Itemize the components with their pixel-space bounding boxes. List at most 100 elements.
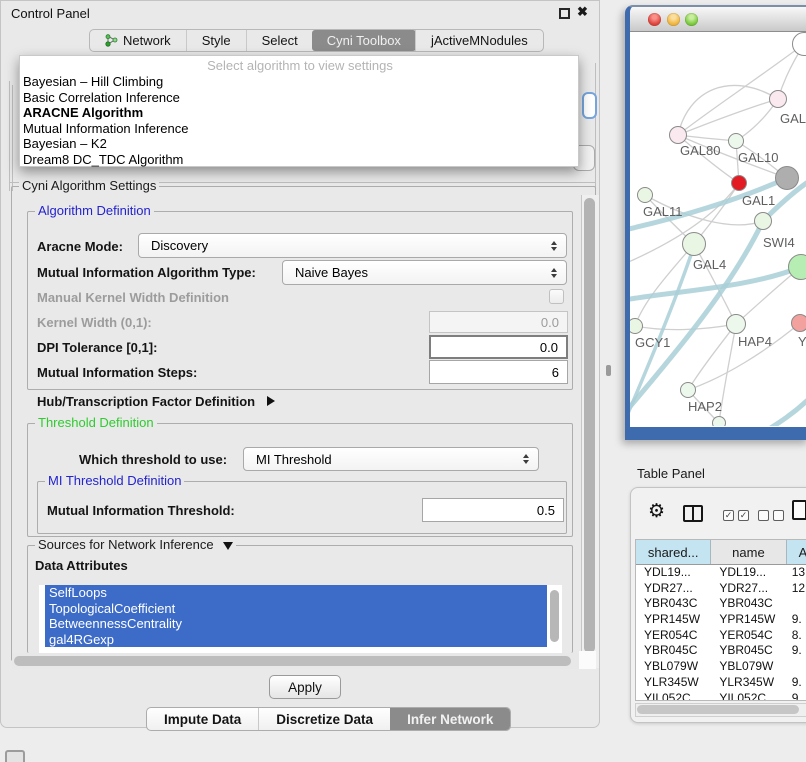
document-icon[interactable]	[792, 500, 806, 520]
gear-icon[interactable]: ⚙	[648, 500, 665, 522]
attribute-list-item[interactable]: gal4RGexp	[45, 632, 547, 648]
algorithm-option[interactable]: Basic Correlation Inference	[20, 90, 580, 106]
split-pane-divider-handle[interactable]	[606, 365, 611, 376]
minimize-window-icon[interactable]	[667, 13, 680, 26]
collapse-down-icon	[223, 542, 233, 550]
hub-definition-toggle[interactable]: Hub/Transcription Factor Definition	[37, 394, 275, 409]
network-edge[interactable]	[678, 85, 778, 135]
hidden-group-edge	[12, 85, 13, 191]
manual-kernel-checkbox[interactable]	[549, 289, 564, 304]
mi-threshold-input[interactable]: 0.5	[422, 498, 564, 522]
mi-threshold-label: Mutual Information Threshold:	[47, 503, 235, 518]
network-node[interactable]	[712, 416, 726, 426]
network-node-y[interactable]	[791, 314, 806, 332]
algorithm-option[interactable]: Dream8 DC_TDC Algorithm	[20, 152, 580, 168]
network-node[interactable]	[775, 166, 799, 190]
kernel-width-input[interactable]: 0.0	[429, 311, 568, 333]
tab-network[interactable]: Network	[90, 30, 186, 51]
network-window-titlebar[interactable]	[630, 7, 806, 32]
network-node-label: GAL11	[643, 204, 683, 219]
hidden-panel-edge	[9, 81, 10, 191]
table-cell: YLR345W	[636, 675, 711, 691]
algorithm-option[interactable]: Mutual Information Inference	[20, 121, 580, 137]
network-node-gal[interactable]	[769, 90, 787, 108]
table-column-header[interactable]: A	[787, 540, 806, 564]
attributes-list-scrollbar[interactable]	[550, 590, 559, 642]
table-row[interactable]: YBR043CYBR043C	[636, 596, 806, 612]
table-cell: YIL052C	[711, 691, 786, 702]
tab-style[interactable]: Style	[186, 30, 246, 51]
table-row[interactable]: YBR045CYBR045C9.	[636, 643, 806, 659]
network-node-gal4[interactable]	[682, 232, 706, 256]
table-cell: YBR045C	[636, 643, 711, 659]
network-node-gal1[interactable]	[731, 175, 747, 191]
table-row[interactable]: YBL079WYBL079W	[636, 659, 806, 675]
which-threshold-select[interactable]: MI Threshold	[243, 447, 539, 471]
tab-select[interactable]: Select	[246, 30, 313, 51]
network-node-gal10[interactable]	[728, 133, 744, 149]
network-edge[interactable]	[748, 394, 806, 426]
algorithm-option[interactable]: Bayesian – Hill Climbing	[20, 74, 580, 90]
table-cell: YPR145W	[636, 612, 711, 628]
network-node-hap2[interactable]	[680, 382, 696, 398]
table-cell: YBL079W	[711, 659, 786, 675]
network-canvas[interactable]: GALGAL80GAL10GAL1GAL11SWI4GAL4GCY1HAP4YH…	[630, 32, 806, 426]
checked-checkbox-icon[interactable]: ✓	[723, 510, 734, 521]
collapsed-panel-button[interactable]	[5, 750, 25, 762]
hidden-group-edge-right	[595, 63, 596, 191]
table-column-header[interactable]: name	[711, 540, 786, 564]
unchecked-checkbox-icon[interactable]	[758, 510, 769, 521]
mi-type-select[interactable]: Naive Bayes	[282, 260, 567, 285]
checked-checkbox-icon[interactable]: ✓	[738, 510, 749, 521]
table-cell: YBR043C	[711, 596, 786, 612]
tab-label: jActiveMNodules	[431, 33, 528, 48]
table-row[interactable]: YER054CYER054C8.	[636, 628, 806, 644]
close-panel-icon[interactable]: ✖	[577, 4, 588, 20]
zoom-window-icon[interactable]	[685, 13, 698, 26]
attribute-list-item[interactable]: TopologicalCoefficient	[45, 601, 547, 617]
table-row[interactable]: YPR145WYPR145W9.	[636, 612, 806, 628]
table-cell: 9.	[787, 643, 806, 659]
data-attributes-list[interactable]: SelfLoopsTopologicalCoefficientBetweenne…	[39, 585, 562, 653]
table-column-header[interactable]: shared...	[636, 540, 711, 564]
tab-discretize-data[interactable]: Discretize Data	[258, 708, 390, 730]
dpi-tolerance-input[interactable]: 0.0	[429, 335, 568, 359]
algorithm-option[interactable]: ARACNE Algorithm	[20, 105, 580, 121]
table-cell: YIL052C	[636, 691, 711, 702]
attribute-list-item[interactable]: BetweennessCentrality	[45, 616, 547, 632]
network-node-hap4[interactable]	[726, 314, 746, 334]
network-edge[interactable]	[635, 324, 736, 330]
apply-button[interactable]: Apply	[269, 675, 341, 699]
column-browser-icon[interactable]	[683, 505, 703, 522]
algorithm-option[interactable]: Bayesian – K2	[20, 136, 580, 152]
network-edge[interactable]	[635, 244, 694, 326]
sources-group-toggle[interactable]: Sources for Network Inference	[35, 538, 236, 552]
aracne-mode-select[interactable]: Discovery	[138, 233, 567, 258]
algorithm-dropdown-popup: Select algorithm to view settings Bayesi…	[19, 55, 579, 167]
mi-steps-input[interactable]: 6	[429, 360, 568, 384]
network-node-label: GAL	[780, 111, 806, 126]
table-row[interactable]: YLR345WYLR345W9.	[636, 675, 806, 691]
network-node-swi4[interactable]	[754, 212, 772, 230]
table-row[interactable]: YDL19...YDL19...13	[636, 565, 806, 581]
table-cell: 9.	[787, 675, 806, 691]
table-horizontal-scroll-thumb[interactable]	[637, 705, 799, 714]
table-row[interactable]: YDR27...YDR27...12	[636, 581, 806, 597]
settings-vertical-scroll-thumb[interactable]	[584, 198, 595, 653]
mi-steps-label: Mutual Information Steps:	[37, 365, 197, 380]
table-cell: YBR045C	[711, 643, 786, 659]
network-node-gal80[interactable]	[669, 126, 687, 144]
close-window-icon[interactable]	[648, 13, 661, 26]
settings-horizontal-scroll-thumb[interactable]	[14, 656, 571, 666]
tab-infer-network[interactable]: Infer Network	[390, 708, 510, 730]
attribute-list-item[interactable]: SelfLoops	[45, 585, 547, 601]
tab-impute-data[interactable]: Impute Data	[147, 708, 258, 730]
float-window-icon[interactable]	[559, 8, 570, 19]
tab-cyni-toolbox[interactable]: Cyni Toolbox	[312, 30, 416, 51]
tab-label: Network	[123, 33, 171, 48]
unchecked-checkbox-icon[interactable]	[773, 510, 784, 521]
network-node-gal11[interactable]	[637, 187, 653, 203]
table-row[interactable]: YIL052CYIL052C9	[636, 691, 806, 702]
tab-jactivemnodules[interactable]: jActiveMNodules	[415, 30, 543, 51]
hub-definition-label: Hub/Transcription Factor Definition	[37, 394, 255, 409]
